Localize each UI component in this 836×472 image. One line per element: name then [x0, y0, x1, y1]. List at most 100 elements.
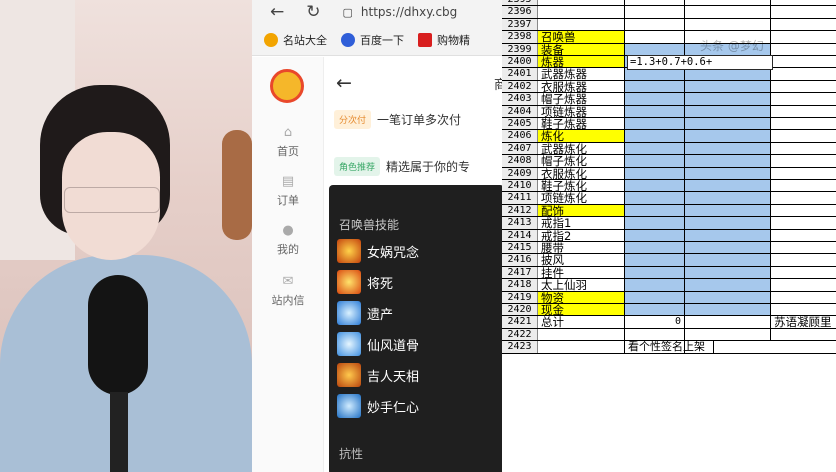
cell-a[interactable]: 披风 [538, 254, 625, 266]
cell-d[interactable] [771, 6, 836, 17]
row-number[interactable]: 2412 [502, 204, 538, 217]
nav-mine[interactable]: ● 我的 [252, 223, 324, 257]
cell-d[interactable] [771, 292, 836, 303]
back-arrow-icon[interactable]: ← [336, 72, 352, 94]
cell-b[interactable] [625, 6, 685, 18]
row-number[interactable]: 2421 [502, 316, 538, 328]
row-number[interactable]: 2409 [502, 167, 538, 179]
cell-d[interactable] [771, 155, 836, 166]
cell-a[interactable]: 物资 [538, 291, 625, 303]
formula-input-cell[interactable]: =1.3+0.7+0.6+ [627, 55, 773, 70]
cell-c[interactable] [685, 6, 771, 18]
cell-b[interactable]: 0 [625, 316, 685, 328]
cell-d[interactable] [771, 267, 836, 278]
cell-d[interactable] [771, 143, 836, 154]
cell-b[interactable] [625, 105, 685, 117]
skill-item[interactable]: 女娲咒念 [337, 239, 419, 263]
multi-pay-row[interactable]: 分次付 一笔订单多次付 [334, 110, 461, 129]
back-arrow-icon[interactable]: ← [270, 2, 284, 22]
cell-c[interactable] [685, 316, 771, 328]
cell-d[interactable] [771, 93, 836, 104]
cell-a[interactable]: 挂件 [538, 266, 625, 279]
cell-d[interactable] [771, 81, 836, 92]
cell-d[interactable] [771, 68, 836, 79]
cell-c[interactable] [685, 142, 771, 155]
cell-a[interactable]: 项链炼化 [538, 192, 625, 204]
row-number[interactable]: 2414 [502, 229, 538, 241]
cell-c[interactable] [685, 192, 771, 204]
cell-b[interactable] [625, 43, 685, 55]
cell-d[interactable] [771, 118, 836, 129]
cell-a[interactable] [538, 0, 625, 6]
row-number[interactable]: 2422 [502, 328, 538, 341]
cell-d[interactable] [771, 205, 836, 216]
cell-a[interactable]: 衣服炼化 [538, 167, 625, 179]
row-number[interactable]: 2405 [502, 118, 538, 130]
row-number[interactable]: 2401 [502, 68, 538, 80]
cell-d[interactable] [771, 180, 836, 191]
row-number[interactable]: 2420 [502, 304, 538, 316]
cell-d[interactable] [771, 230, 836, 241]
row-number[interactable]: 2416 [502, 254, 538, 266]
cell-c[interactable] [685, 254, 771, 266]
row-number[interactable]: 2395 [502, 0, 538, 6]
cell-a[interactable]: 帽子炼化 [538, 155, 625, 167]
cell-b[interactable] [625, 328, 685, 341]
cell-a[interactable]: 太上仙羽 [538, 279, 625, 291]
cell-a[interactable]: 配饰 [538, 204, 625, 217]
cell-b[interactable] [625, 18, 685, 31]
cell-a[interactable] [538, 341, 625, 353]
skill-item[interactable]: 将死 [337, 270, 393, 294]
row-number[interactable]: 2397 [502, 18, 538, 31]
cell-d[interactable] [771, 56, 836, 67]
nav-orders[interactable]: ▤ 订单 [252, 174, 324, 208]
cell-a[interactable]: 装备 [538, 43, 625, 55]
page-info-icon[interactable]: ▢ [343, 6, 353, 19]
cell-a[interactable]: 帽子炼器 [538, 93, 625, 105]
cbg-logo[interactable] [270, 69, 304, 103]
cell-b[interactable] [625, 130, 685, 142]
row-number[interactable]: 2410 [502, 180, 538, 192]
cell-b[interactable] [625, 155, 685, 167]
row-number[interactable]: 2406 [502, 130, 538, 142]
cell-c[interactable] [685, 167, 771, 179]
cell-d[interactable] [771, 31, 836, 42]
cell-c[interactable] [685, 18, 771, 31]
cell-a[interactable]: 总计 [538, 316, 625, 328]
cell-d[interactable] [771, 192, 836, 203]
cell-d[interactable] [771, 19, 836, 30]
cell-a[interactable] [538, 6, 625, 18]
row-number[interactable]: 2399 [502, 43, 538, 55]
cell-c[interactable] [685, 217, 771, 229]
nav-home[interactable]: ⌂ 首页 [252, 125, 324, 159]
cell-c[interactable] [685, 328, 771, 341]
cell-c[interactable] [685, 279, 771, 291]
cell-a[interactable]: 武器炼化 [538, 142, 625, 155]
cell-d[interactable] [771, 304, 836, 315]
cell-c[interactable] [685, 304, 771, 316]
cell-c[interactable] [685, 68, 771, 80]
cell-d[interactable] [771, 130, 836, 141]
cell-b[interactable] [625, 304, 685, 316]
role-recommend-row[interactable]: 角色推荐 精选属于你的专 [334, 157, 470, 176]
cell-c[interactable] [685, 118, 771, 130]
cell-c[interactable] [685, 130, 771, 142]
cell-b[interactable] [625, 68, 685, 80]
cell-a[interactable]: 召唤兽 [538, 31, 625, 43]
skill-item[interactable]: 吉人天相 [337, 363, 419, 387]
cell-b[interactable] [625, 167, 685, 179]
cell-c[interactable] [685, 80, 771, 93]
cell-c[interactable] [685, 93, 771, 105]
cell-a[interactable]: 炼化 [538, 130, 625, 142]
cell-b[interactable] [625, 0, 685, 6]
cell-b[interactable] [625, 291, 685, 303]
cell-a[interactable] [538, 18, 625, 31]
cell-b[interactable] [625, 254, 685, 266]
cell-d[interactable]: 苏语凝顾里 [771, 316, 836, 327]
cell-c[interactable] [685, 266, 771, 279]
bookmark-shopping[interactable]: 购物精 [418, 32, 470, 48]
cell-a[interactable]: 现金 [538, 304, 625, 316]
cell-c[interactable] [685, 180, 771, 192]
cell-b[interactable] [625, 266, 685, 279]
row-number[interactable]: 2403 [502, 93, 538, 105]
